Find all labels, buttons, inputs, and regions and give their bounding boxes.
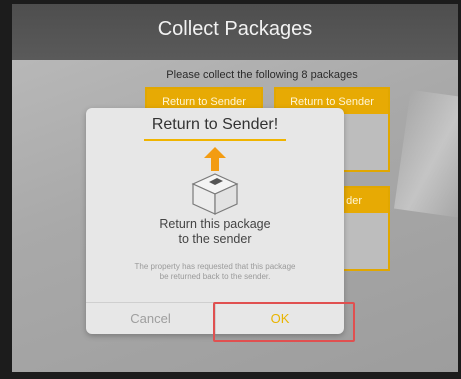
dialog-message-line: to the sender [178,232,252,246]
arrow-up-icon [204,147,226,171]
cancel-button[interactable]: Cancel [86,303,215,334]
dialog-title: Return to Sender! [151,116,279,133]
dialog-detail-line: The property has requested that this pac… [134,262,296,271]
page-title: Collect Packages [157,18,313,40]
dialog-message: Return this package to the sender [86,217,344,247]
header-bar: Collect Packages [12,4,458,60]
package-box-icon [191,173,239,215]
dialog-detail-text: The property has requested that this pac… [104,262,326,282]
return-to-sender-dialog: Return to Sender! Return this package to… [86,108,344,334]
instruction-text: Please collect the following 8 packages [166,69,358,81]
dialog-detail-line: be returned back to the sender. [159,272,271,281]
screen-glare [393,89,458,219]
dialog-message-line: Return this package [159,217,271,231]
title-underline [144,139,286,141]
ok-highlight-box [213,302,355,342]
